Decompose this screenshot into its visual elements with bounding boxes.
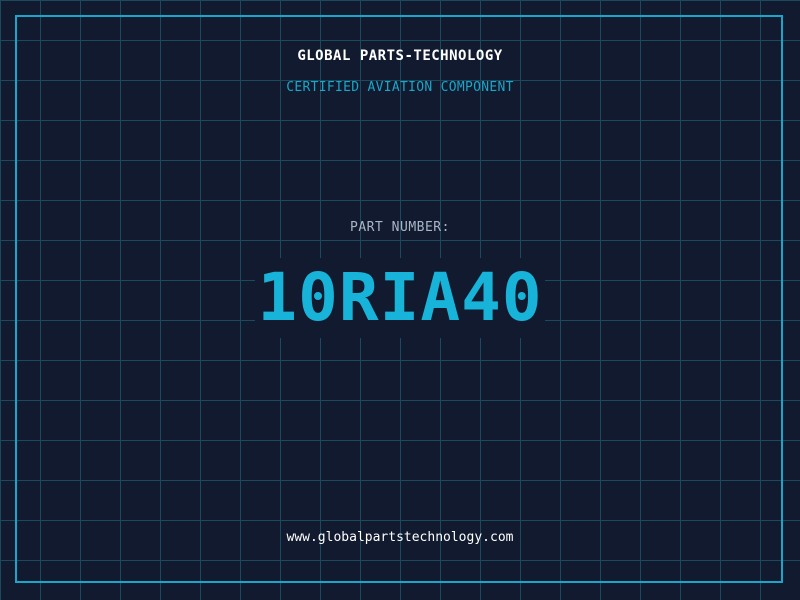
part-number-value: 10RIA40 bbox=[255, 258, 545, 338]
part-number-label: PART NUMBER: bbox=[350, 220, 450, 235]
certification-subtitle: CERTIFIED AVIATION COMPONENT bbox=[286, 80, 514, 95]
website-url: www.globalpartstechnology.com bbox=[286, 530, 514, 545]
company-name: GLOBAL PARTS-TECHNOLOGY bbox=[297, 48, 503, 64]
part-number-container: 10RIA40 bbox=[0, 258, 800, 338]
